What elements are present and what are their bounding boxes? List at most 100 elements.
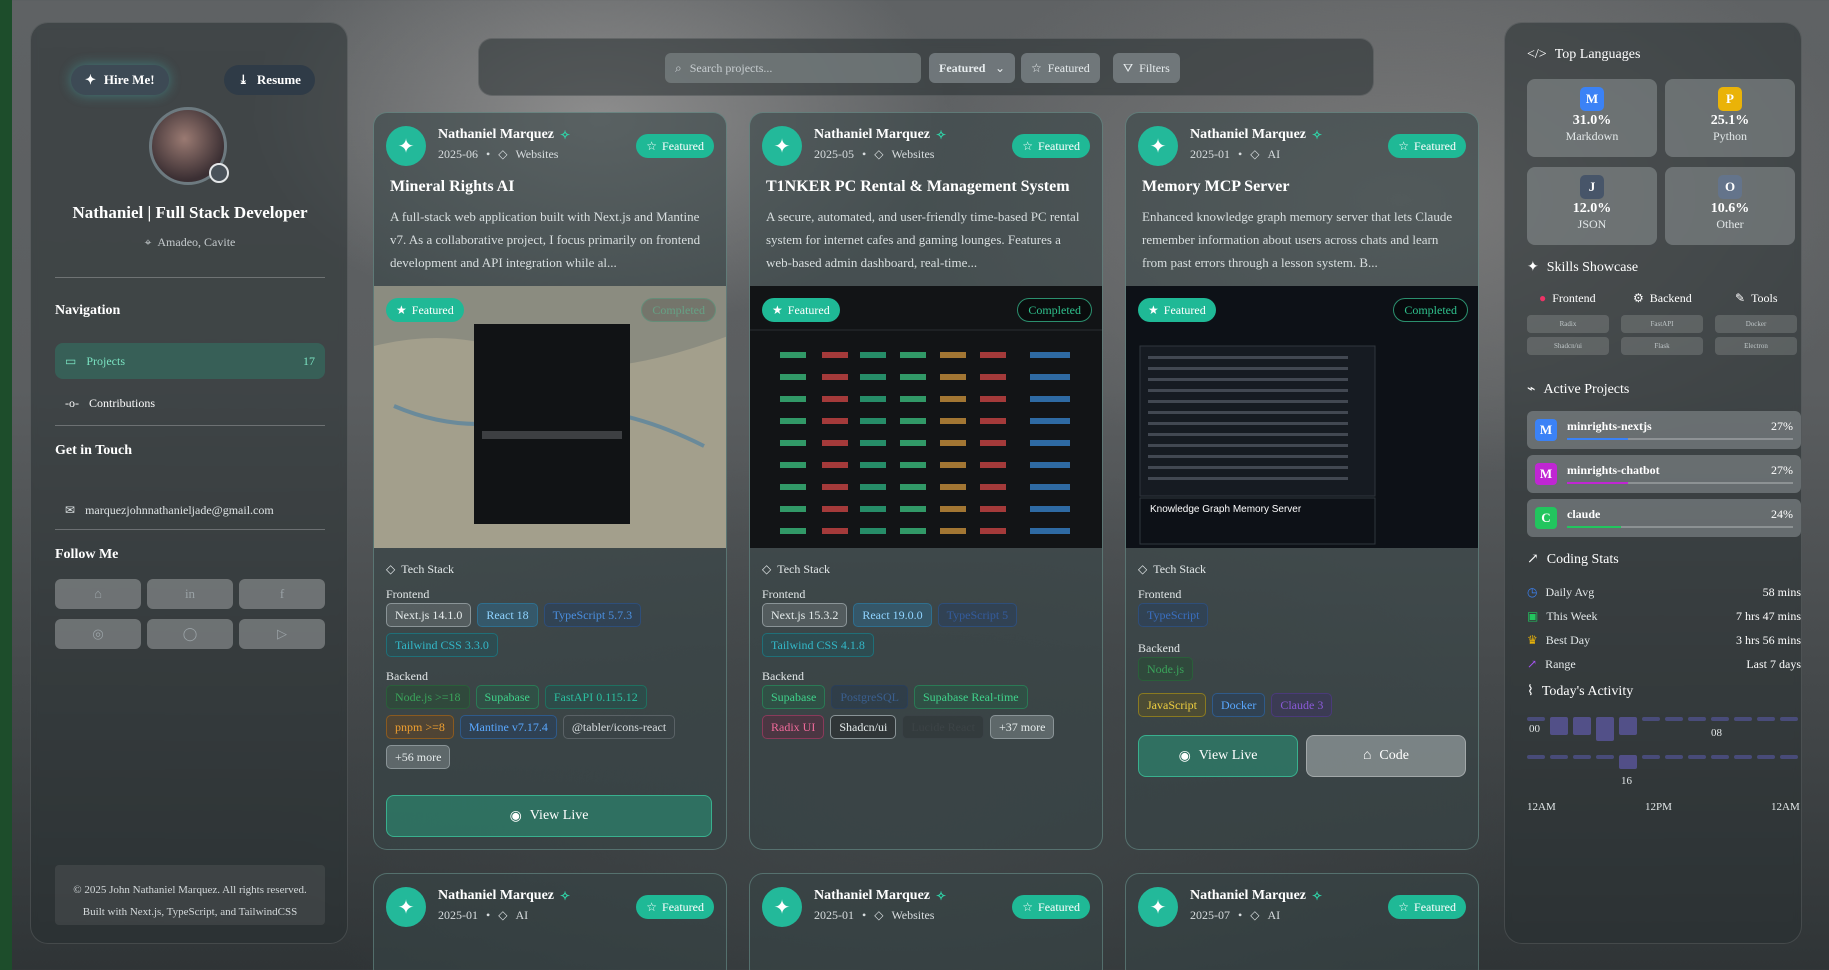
tab-label: Tools: [1751, 291, 1778, 305]
project-card[interactable]: ✦ Nathaniel Marquez ✧ 2025-06 • ◇ Websites ☆…: [373, 112, 727, 850]
more-badge[interactable]: +37 more: [989, 715, 1055, 739]
card-date: 2025-01: [438, 908, 478, 922]
tech-badge: JavaScript: [1138, 693, 1206, 717]
github-icon[interactable]: ⌂: [55, 579, 141, 609]
email-link[interactable]: ✉ marquezjohnnathanieljade@gmail.com: [65, 503, 274, 518]
screenshot-line: [1148, 389, 1348, 392]
filter-icon: ⛛: [1123, 60, 1134, 75]
filters-button[interactable]: ⛛ Filters: [1113, 53, 1180, 83]
screenshot-cell: [822, 528, 848, 534]
progress-track: [1567, 482, 1793, 484]
stat-label: Best Day: [1545, 633, 1591, 647]
sidebar-item-projects[interactable]: ▭ Projects 17: [55, 343, 325, 379]
activity-tick: 16: [1621, 775, 1632, 787]
tag-icon: ◇: [874, 908, 884, 922]
screenshot-cell: [780, 462, 806, 468]
active-project-item[interactable]: M minrights-nextjs 27%: [1527, 411, 1801, 449]
card-meta: 2025-01 • ◇ Websites: [814, 908, 934, 923]
activity-bar: [1527, 717, 1545, 721]
featured-badge: ☆ Featured: [636, 134, 714, 158]
resume-button[interactable]: ⤓ Resume: [224, 65, 315, 95]
facebook-icon[interactable]: f: [239, 579, 325, 609]
backend-badges: Supabase PostgreSQL Supabase Real-time R…: [762, 685, 1092, 739]
code-button[interactable]: ⌂ Code: [1306, 735, 1466, 777]
screenshot-cell: [940, 484, 966, 490]
screenshot-cell: [980, 528, 1006, 534]
tech-badge: Mantine v7.17.4: [459, 715, 557, 739]
gear-icon: ⚙: [1633, 291, 1644, 305]
featured-badge-label: Featured: [1038, 138, 1080, 153]
map-pin-icon: ⌖: [144, 235, 152, 249]
tech-badge: Radix UI: [762, 715, 825, 739]
markdown-icon: M: [1580, 87, 1604, 111]
screenshot-cell: [900, 484, 926, 490]
youtube-icon[interactable]: ▷: [239, 619, 325, 649]
sort-select[interactable]: Featured ⌄: [929, 53, 1015, 83]
tag-icon: ◇: [498, 147, 508, 161]
screenshot-table-image: [750, 286, 1102, 548]
view-live-button[interactable]: ◉ View Live: [1138, 735, 1298, 777]
stat-value: Last 7 days: [1746, 657, 1801, 671]
active-project-item[interactable]: C claude 24%: [1527, 499, 1801, 537]
hire-me-button[interactable]: ✦ Hire Me!: [71, 65, 169, 95]
active-project-item[interactable]: M minrights-chatbot 27%: [1527, 455, 1801, 493]
project-card[interactable]: ✦ Nathaniel Marquez ✧ 2025-07 • ◇ AI ☆ Featur…: [1125, 873, 1479, 970]
tag-icon: ◇: [1250, 908, 1260, 922]
activity-bar: [1573, 717, 1591, 735]
activity-bar: [1665, 717, 1683, 721]
more-badge[interactable]: +56 more: [386, 745, 451, 769]
backend-label: Backend: [762, 669, 804, 683]
sidebar-item-contributions[interactable]: -o- Contributions: [55, 385, 325, 421]
tech-badge: Lucide React: [902, 715, 984, 739]
card-author: Nathaniel Marquez ✧: [1190, 127, 1322, 143]
stat-label: Daily Avg: [1545, 585, 1595, 599]
linkedin-icon[interactable]: in: [147, 579, 233, 609]
tab-frontend[interactable]: ● Frontend: [1539, 291, 1596, 306]
tab-backend[interactable]: ⚙ Backend: [1633, 291, 1692, 306]
activity-bar: [1619, 717, 1637, 735]
screenshot-cell: [900, 396, 926, 402]
screenshot-cell: [940, 528, 966, 534]
screenshot-cell: [1030, 528, 1070, 534]
chat-icon[interactable]: ◯: [147, 619, 233, 649]
stat-value: 58 mins: [1762, 585, 1801, 599]
verified-icon: ✧: [560, 127, 571, 142]
tech-badge: Supabase: [475, 685, 539, 709]
tag-icon: ◇: [498, 908, 508, 922]
star-icon: ★: [1148, 302, 1159, 317]
trend-icon: ↗: [1527, 552, 1539, 567]
project-card[interactable]: ✦ Nathaniel Marquez ✧ 2025-01 • ◇ Websites ☆…: [749, 873, 1103, 970]
backend-badges: Node.js: [1138, 657, 1468, 681]
view-live-button[interactable]: ◉ View Live: [386, 795, 712, 837]
card-description: A secure, automated, and user-friendly t…: [766, 209, 1080, 270]
tech-badge: Next.js 14.1.0: [386, 603, 472, 627]
screenshot-badge-label: Featured: [411, 302, 454, 317]
tab-tools[interactable]: ✎ Tools: [1735, 291, 1778, 306]
project-pct: 27%: [1771, 463, 1793, 477]
stat-row: ◷ Daily Avg 58 mins: [1527, 585, 1801, 600]
featured-badge: ☆ Featured: [1012, 895, 1090, 919]
project-card[interactable]: ✦ Nathaniel Marquez ✧ 2025-01 • ◇ AI ☆ Featur…: [1125, 112, 1479, 850]
status-badge: Completed: [1393, 298, 1468, 322]
instagram-icon[interactable]: ◎: [55, 619, 141, 649]
project-card[interactable]: ✦ Nathaniel Marquez ✧ 2025-01 • ◇ AI ☆ Featur…: [373, 873, 727, 970]
screenshot-line: [1148, 356, 1348, 359]
screenshot-line: [1148, 433, 1348, 436]
divider: [55, 277, 325, 278]
footer: © 2025 John Nathaniel Marquez. All right…: [55, 865, 325, 925]
activity-bar: [1527, 755, 1545, 759]
project-icon: M: [1535, 419, 1557, 441]
card-category: AI: [1267, 908, 1281, 922]
language-tile: M 31.0% Markdown: [1527, 79, 1657, 157]
coding-stats-heading: ↗ Coding Stats: [1527, 551, 1619, 568]
stat-value: 3 hrs 56 mins: [1735, 633, 1801, 647]
search-input[interactable]: ⌕ Search projects...: [665, 53, 921, 83]
tech-stack-heading: ◇ Tech Stack: [762, 562, 830, 577]
featured-filter-button[interactable]: ☆ Featured: [1021, 53, 1100, 83]
screenshot-caption: Knowledge Graph Memory Server: [1150, 504, 1302, 515]
project-card[interactable]: ✦ Nathaniel Marquez ✧ 2025-05 • ◇ Websites ☆…: [749, 112, 1103, 850]
screenshot-cell: [980, 440, 1006, 446]
activity-bar: [1757, 755, 1775, 759]
screenshot-cell: [822, 396, 848, 402]
screenshot-cell: [780, 506, 806, 512]
